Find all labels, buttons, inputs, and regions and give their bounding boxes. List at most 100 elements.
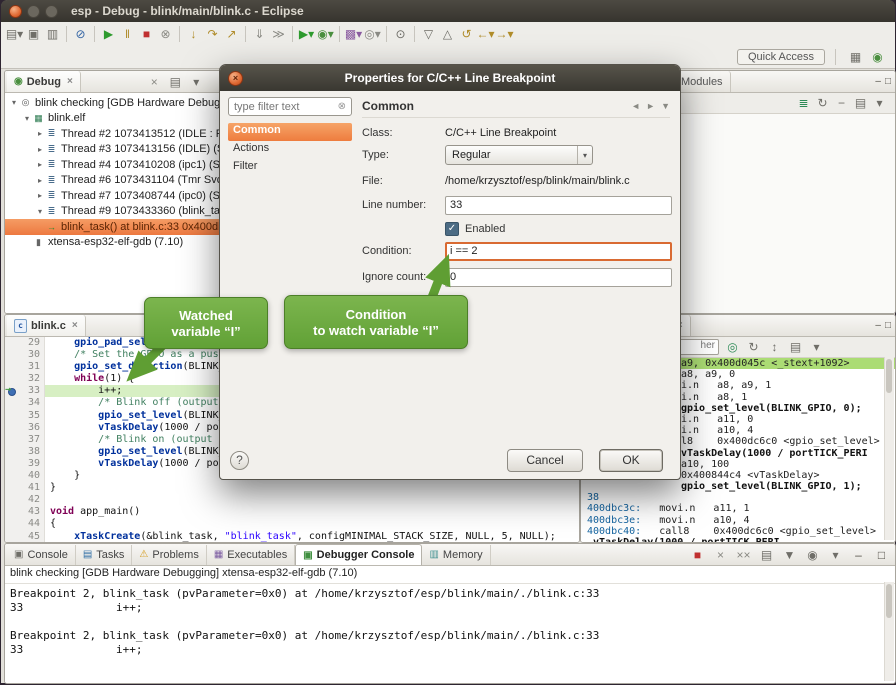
run-icon[interactable]: ▶▾ <box>297 25 316 44</box>
minimize-view-icon[interactable]: – <box>849 545 868 564</box>
maximize-view-icon[interactable]: □ <box>885 76 891 87</box>
layout-icon[interactable]: ▤ <box>851 94 870 113</box>
tree-expander-icon[interactable]: ▸ <box>35 145 45 154</box>
disassembly-line[interactable]: 400dbc3c: movi.n a11, 1 <box>581 503 895 514</box>
scrollbar[interactable] <box>884 582 894 681</box>
step-return-icon[interactable]: ↗ <box>222 25 241 44</box>
editor-marker-gutter[interactable]: → <box>5 385 18 397</box>
prev-annotation-icon[interactable]: △ <box>438 25 457 44</box>
refresh-disassembly-icon[interactable]: ↻ <box>744 338 763 357</box>
step-over-icon[interactable]: ↷ <box>203 25 222 44</box>
tab-problems[interactable]: ⚠Problems <box>132 545 206 565</box>
ok-button[interactable]: OK <box>599 449 663 472</box>
clear-filter-icon[interactable]: ⊗ <box>338 101 346 112</box>
remove-launch-icon[interactable]: × <box>711 545 730 564</box>
suspend-icon[interactable]: ‖ <box>118 25 137 44</box>
remove-all-launches-icon[interactable]: ×× <box>734 545 753 564</box>
debug-icon[interactable]: ◉▾ <box>316 25 335 44</box>
sync-selection-icon[interactable]: ↕ <box>765 338 784 357</box>
scrollbar-thumb[interactable] <box>886 584 892 618</box>
enabled-checkbox[interactable]: ✓ <box>445 222 459 236</box>
close-dialog-icon[interactable]: × <box>228 71 243 86</box>
debug-view-layout-icon[interactable]: ▤ <box>166 72 185 91</box>
tab-executables[interactable]: ▦Executables <box>207 545 295 565</box>
show-source-icon[interactable]: ▤ <box>786 338 805 357</box>
chevron-down-icon[interactable]: ▾ <box>577 146 592 164</box>
editor-line[interactable]: 41} <box>5 482 579 494</box>
disconnect-icon[interactable]: ⊗ <box>156 25 175 44</box>
filter-input[interactable]: type filter text ⊗ <box>228 97 352 116</box>
editor-marker-gutter[interactable] <box>5 506 18 518</box>
disassembly-line[interactable]: gpio_set_level(BLINK_GPIO, 1); <box>581 481 895 492</box>
quick-access-button[interactable]: Quick Access <box>737 49 825 65</box>
instruction-stepping-icon[interactable]: ≫ <box>269 25 288 44</box>
tab-memory[interactable]: ▥Memory <box>422 545 490 565</box>
close-tab-icon[interactable]: × <box>67 76 73 87</box>
new-wizard-icon[interactable]: ▤▾ <box>5 25 24 44</box>
minimize-view-icon[interactable]: – <box>875 76 881 87</box>
tree-expander-icon[interactable]: ▸ <box>35 160 45 169</box>
maximize-window-icon[interactable] <box>45 5 58 18</box>
tab-tasks[interactable]: ▤Tasks <box>76 545 133 565</box>
dialog-section-actions[interactable]: Actions <box>228 141 352 159</box>
close-tab-icon[interactable]: × <box>72 320 78 331</box>
last-edit-location-icon[interactable]: ↺ <box>457 25 476 44</box>
console-output[interactable]: Breakpoint 2, blink_task (pvParameter=0x… <box>5 584 895 684</box>
dialog-section-common[interactable]: Common <box>228 123 352 141</box>
minimize-window-icon[interactable] <box>27 5 40 18</box>
disassembly-line[interactable]: 400dbc40: call8 0x400dc6c0 <gpio_set_lev… <box>581 526 895 537</box>
disassembly-menu-icon[interactable]: ▾ <box>807 338 826 357</box>
close-window-icon[interactable] <box>9 5 22 18</box>
editor-marker-gutter[interactable] <box>5 410 18 422</box>
tree-expander-icon[interactable]: ▾ <box>9 98 19 107</box>
help-button[interactable]: ? <box>230 451 249 470</box>
terminate-launch-icon[interactable]: ■ <box>688 545 707 564</box>
editor-marker-gutter[interactable] <box>5 482 18 494</box>
editor-marker-gutter[interactable] <box>5 531 18 543</box>
editor-marker-gutter[interactable] <box>5 361 18 373</box>
external-tools-icon[interactable]: ◎▾ <box>363 25 382 44</box>
disassembly-line[interactable]: 400dbc3e: movi.n a10, 4 <box>581 515 895 526</box>
show-registers-icon[interactable]: ≣ <box>794 94 813 113</box>
editor-marker-gutter[interactable] <box>5 494 18 506</box>
step-into-icon[interactable]: ↓ <box>184 25 203 44</box>
locate-pc-icon[interactable]: ◎ <box>723 338 742 357</box>
tab-debug[interactable]: ◉ Debug × <box>7 71 81 92</box>
view-menu-icon[interactable]: ▾ <box>870 94 889 113</box>
save-all-icon[interactable]: ▥ <box>43 25 62 44</box>
editor-marker-gutter[interactable] <box>5 349 18 361</box>
editor-marker-gutter[interactable] <box>5 458 18 470</box>
editor-marker-gutter[interactable] <box>5 397 18 409</box>
condition-input[interactable]: i == 2 <box>445 242 672 261</box>
tab-console[interactable]: ▣Console <box>7 545 76 565</box>
debug-perspective-icon[interactable]: ◉ <box>868 47 887 66</box>
editor-marker-gutter[interactable] <box>5 518 18 530</box>
editor-marker-gutter[interactable] <box>5 470 18 482</box>
drop-to-frame-icon[interactable]: ⇓ <box>250 25 269 44</box>
open-perspective-icon[interactable]: ▦ <box>846 47 865 66</box>
clear-console-icon[interactable]: ▤ <box>757 545 776 564</box>
ignore-count-input[interactable]: 0 <box>445 268 672 287</box>
tree-expander-icon[interactable]: ▸ <box>35 176 45 185</box>
console-menu-icon[interactable]: ▾ <box>826 545 845 564</box>
debug-view-menu-icon[interactable]: ▾ <box>187 72 206 91</box>
disassembly-line[interactable]: 38 <box>581 492 895 503</box>
skip-breakpoints-icon[interactable]: ⊘ <box>71 25 90 44</box>
scroll-lock-icon[interactable]: ▼ <box>780 545 799 564</box>
chevron-down-icon[interactable]: ▼ <box>661 101 670 111</box>
editor-line[interactable]: 42 <box>5 494 579 506</box>
forward-icon[interactable]: ► <box>646 101 655 111</box>
search-icon[interactable]: ⊙ <box>391 25 410 44</box>
minimize-view-icon[interactable]: – <box>875 320 881 331</box>
resume-icon[interactable]: ▶ <box>99 25 118 44</box>
pin-console-icon[interactable]: ◉ <box>803 545 822 564</box>
forward-icon[interactable]: →▾ <box>495 25 514 44</box>
editor-marker-gutter[interactable] <box>5 434 18 446</box>
back-icon[interactable]: ◄ <box>631 101 640 111</box>
maximize-view-icon[interactable]: □ <box>885 320 891 331</box>
dialog-section-filter[interactable]: Filter <box>228 159 352 177</box>
save-icon[interactable]: ▣ <box>24 25 43 44</box>
tree-expander-icon[interactable]: ▾ <box>22 114 32 123</box>
tab-blink-c[interactable]: c blink.c × <box>7 315 86 336</box>
editor-marker-gutter[interactable] <box>5 446 18 458</box>
